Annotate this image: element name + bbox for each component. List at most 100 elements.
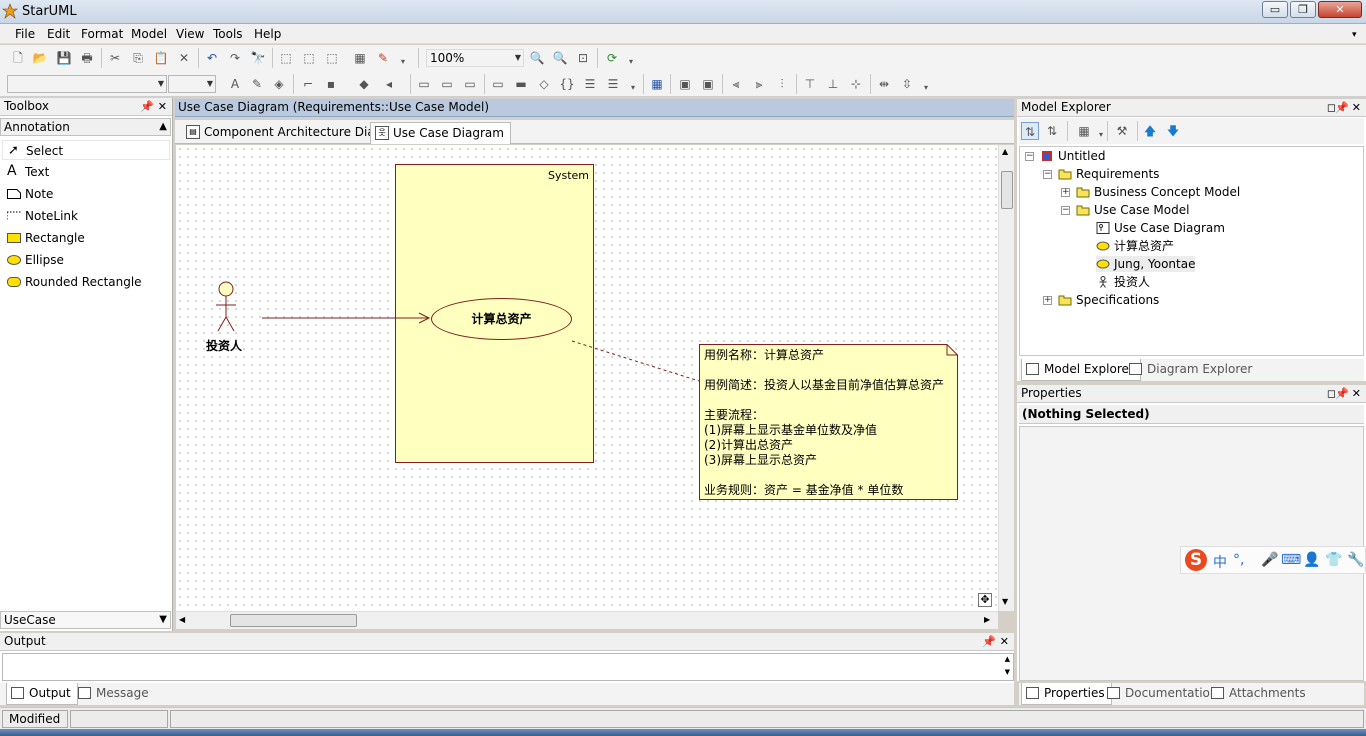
cut-icon[interactable]: ✂ <box>106 49 124 67</box>
tab-diagram-explorer[interactable]: Diagram Explorer <box>1125 359 1258 381</box>
align-top-icon[interactable]: ⊤ <box>801 75 819 93</box>
wrench-icon[interactable]: 🔧 <box>1347 552 1364 568</box>
tab-message[interactable]: Message <box>74 683 155 705</box>
dropdown-arrow-icon[interactable]: ▾ <box>622 53 640 71</box>
collapse-icon[interactable]: − <box>1043 170 1052 179</box>
menu-file[interactable]: File <box>15 27 35 41</box>
fill-color-icon[interactable]: ◈ <box>270 75 288 93</box>
tab-output[interactable]: Output <box>6 683 78 705</box>
collapse-icon[interactable]: ▲ <box>159 119 167 135</box>
stereotype-icon[interactable]: ▭ <box>489 75 507 93</box>
maximize-button[interactable]: ❐ <box>1290 1 1316 18</box>
scroll-thumb[interactable] <box>1001 171 1013 209</box>
tree-node-business-concept-model[interactable]: Business Concept Model <box>1076 184 1240 200</box>
line-color-icon[interactable]: ✎ <box>248 75 266 93</box>
tool-note[interactable]: Note <box>2 184 170 204</box>
canvas-navigator-icon[interactable]: ✥ <box>978 593 992 607</box>
tree-node-specifications[interactable]: Specifications <box>1058 292 1159 308</box>
tab-attachments[interactable]: Attachments <box>1207 683 1312 705</box>
tree-node-actor[interactable]: 投资人 <box>1096 274 1150 290</box>
tree-node-untitled[interactable]: Untitled <box>1040 148 1105 164</box>
scroll-left-icon[interactable]: ◀ <box>179 615 185 624</box>
package-style-icon[interactable]: ▬ <box>512 75 530 93</box>
export-icon[interactable]: ▦ <box>351 49 369 67</box>
open-icon[interactable]: 📂 <box>31 49 49 67</box>
scroll-down-icon[interactable]: ▼ <box>1005 668 1010 676</box>
space-h-icon[interactable]: ⇹ <box>875 75 893 93</box>
note-style-icon[interactable]: ◇ <box>535 75 553 93</box>
tree-node-requirements[interactable]: Requirements <box>1058 166 1159 182</box>
skin-icon[interactable]: 👕 <box>1325 552 1342 568</box>
oper-icon[interactable]: ▭ <box>438 75 456 93</box>
new-icon[interactable]: 🗋 <box>9 49 27 67</box>
microphone-icon[interactable]: 🎤 <box>1261 552 1278 568</box>
move-down-icon[interactable]: 🡇 <box>1164 122 1182 140</box>
menu-format[interactable]: Format <box>81 27 123 41</box>
tab-documentation[interactable]: Documentation <box>1103 683 1224 705</box>
tool-notelink[interactable]: NoteLink <box>2 206 170 226</box>
tool-rounded-rectangle[interactable]: Rounded Rectangle <box>2 272 170 292</box>
expand-icon[interactable]: ▼ <box>159 612 167 628</box>
refresh-icon[interactable]: ⟳ <box>603 49 621 67</box>
scroll-up-icon[interactable]: ▲ <box>1002 147 1008 156</box>
tool-rectangle[interactable]: Rectangle <box>2 228 170 248</box>
select-in-model-icon[interactable]: ⬚ <box>323 49 341 67</box>
sort-by-kind-icon[interactable]: ⇅ <box>1021 122 1039 140</box>
filter-icon[interactable]: ⚒ <box>1113 122 1131 140</box>
close-button[interactable]: ✕ <box>1318 1 1362 18</box>
pin-icon[interactable]: 📌 <box>1335 385 1349 402</box>
zoom-combo[interactable]: 100% ▼ <box>426 49 524 67</box>
minimize-button[interactable]: ▭ <box>1262 1 1288 18</box>
tab-model-explorer[interactable]: Model Explorer <box>1021 359 1141 381</box>
horizontal-scrollbar[interactable]: ◀ ▶ <box>176 611 998 629</box>
line-style-icon[interactable]: ⌐ <box>299 75 317 93</box>
toolbox-category-usecase[interactable]: UseCase ▼ <box>0 611 171 629</box>
brace-icon[interactable]: {} <box>558 75 576 93</box>
compartment-icon[interactable]: ☰ <box>581 75 599 93</box>
fill-icon[interactable]: ◆ <box>355 75 373 93</box>
scroll-up-icon[interactable]: ▲ <box>1005 655 1010 663</box>
usecase-ellipse[interactable]: 计算总资产 <box>431 298 572 340</box>
align-left-icon[interactable]: ⫷ <box>727 75 745 93</box>
layout-icon[interactable]: ▦ <box>648 75 666 93</box>
collapse-icon[interactable]: − <box>1061 206 1070 215</box>
tab-properties[interactable]: Properties <box>1021 683 1112 705</box>
menu-overflow-icon[interactable]: ▾ <box>1352 30 1357 40</box>
shape-icon[interactable]: ▪ <box>322 75 340 93</box>
scroll-down-icon[interactable]: ▼ <box>1002 597 1008 606</box>
copy-icon[interactable]: ⎘ <box>129 49 147 67</box>
keyboard-icon[interactable]: ⌨ <box>1281 552 1301 568</box>
menu-edit[interactable]: Edit <box>47 27 70 41</box>
save-icon[interactable]: 💾 <box>55 49 73 67</box>
align-middle-icon[interactable]: ⊹ <box>847 75 865 93</box>
close-icon[interactable]: ✕ <box>1352 99 1361 116</box>
tree-node-use-case-diagram[interactable]: Use Case Diagram <box>1096 220 1225 236</box>
redo-icon[interactable]: ↷ <box>226 49 244 67</box>
menu-tools[interactable]: Tools <box>213 27 243 41</box>
tree-node-use-case-model[interactable]: Use Case Model <box>1076 202 1189 218</box>
attr-icon[interactable]: ▭ <box>415 75 433 93</box>
tool-text[interactable]: A Text <box>2 162 170 182</box>
select-in-diagram-icon[interactable]: ⬚ <box>300 49 318 67</box>
expand-icon[interactable]: + <box>1043 296 1052 305</box>
zoom-out-icon[interactable]: 🔍 <box>551 49 569 67</box>
collapse-icon[interactable]: − <box>1025 152 1034 161</box>
close-icon[interactable]: ✕ <box>1352 385 1361 402</box>
toolbox-category-annotation[interactable]: Annotation ▲ <box>0 118 171 136</box>
paste-icon[interactable]: 📋 <box>152 49 170 67</box>
select-all-icon[interactable]: ⬚ <box>277 49 295 67</box>
dropdown-arrow-icon[interactable]: ▾ <box>624 79 642 97</box>
delete-icon[interactable]: ✕ <box>175 49 193 67</box>
dropdown-arrow-icon[interactable]: ▾ <box>394 53 412 71</box>
align-center-icon[interactable]: ⫶ <box>773 75 791 93</box>
zoom-fit-icon[interactable]: ⊡ <box>574 49 592 67</box>
visibility-icon[interactable]: ☰ <box>604 75 622 93</box>
bring-front-icon[interactable]: ▣ <box>676 75 694 93</box>
align-bottom-icon[interactable]: ⊥ <box>824 75 842 93</box>
vertical-scrollbar[interactable]: ▲ ▼ <box>998 145 1014 611</box>
move-up-icon[interactable]: 🡅 <box>1141 122 1159 140</box>
tool-select[interactable]: ➚ Select <box>2 140 170 160</box>
print-icon[interactable]: 🖶 <box>78 49 96 67</box>
dropdown-arrow-icon[interactable]: ▾ <box>917 79 935 97</box>
sort-by-name-icon[interactable]: ⇅ <box>1043 122 1061 140</box>
